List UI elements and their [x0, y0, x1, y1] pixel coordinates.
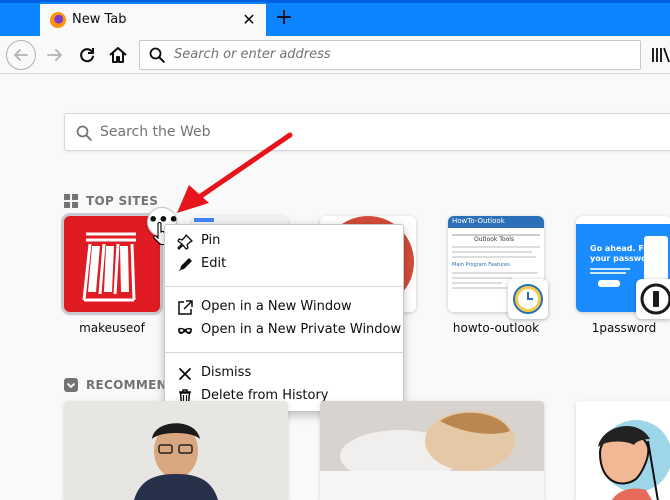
story-image-sleeping	[320, 401, 544, 500]
search-icon	[149, 47, 165, 63]
outlook-thumb-title: HowTo-Outlook	[452, 217, 505, 225]
new-window-icon	[178, 300, 193, 315]
menu-item-label: Open in a New Private Window	[201, 322, 402, 337]
story-image-illustration	[576, 401, 670, 500]
menu-item-label: Pin	[201, 233, 221, 248]
back-button[interactable]	[6, 40, 36, 70]
menu-separator	[165, 352, 403, 353]
annotation-arrow-icon	[177, 132, 293, 213]
address-placeholder: Search or enter address	[174, 47, 331, 62]
1password-favicon-badge	[636, 279, 670, 319]
reload-button[interactable]	[72, 40, 102, 70]
menu-item-pin[interactable]: Pin	[165, 231, 403, 253]
clock-icon	[513, 284, 543, 314]
thumb-line	[590, 268, 630, 270]
collapse-chevron-icon[interactable]	[64, 378, 78, 392]
thumb-line	[452, 246, 540, 248]
outlook-thumb-subtitle: Outlook Tools	[474, 236, 515, 243]
pin-icon	[177, 234, 193, 250]
outlook-thumb-heading: Main Program Features	[452, 262, 510, 268]
story-card-3[interactable]	[576, 401, 670, 500]
address-bar[interactable]: Search or enter address	[139, 40, 641, 70]
new-tab-button[interactable]: +	[272, 4, 296, 32]
private-mask-icon	[178, 327, 192, 334]
menu-item-label: Edit	[201, 256, 227, 271]
thumb-line	[452, 251, 532, 253]
tab-strip: New Tab ✕ +	[0, 0, 670, 36]
top-site-label-1password: 1password	[591, 321, 657, 335]
story-card-1[interactable]	[64, 401, 288, 500]
top-sites-heading: TOP SITES	[86, 194, 159, 208]
menu-item-dismiss[interactable]: Dismiss	[165, 363, 403, 385]
recommended-heading: RECOMMENDED BY POCKET	[86, 378, 164, 392]
library-icon[interactable]	[652, 47, 670, 63]
navigation-toolbar: Search or enter address	[0, 36, 670, 74]
thumb-line	[452, 277, 512, 279]
grid-icon	[64, 194, 78, 208]
menu-item-edit[interactable]: Edit	[165, 254, 403, 276]
search-icon	[76, 125, 92, 141]
1password-thumb-nav	[576, 216, 670, 224]
tab-close-button[interactable]: ✕	[240, 10, 258, 30]
story-card-2[interactable]	[320, 401, 544, 500]
thumb-line	[452, 272, 538, 274]
outlook-favicon-badge	[508, 279, 548, 319]
pencil-icon	[179, 258, 192, 271]
forward-button[interactable]	[40, 40, 70, 70]
1password-logo-icon	[640, 283, 670, 315]
forward-arrow-icon	[47, 49, 62, 61]
1password-thumb-button	[598, 280, 620, 287]
reload-icon	[80, 48, 94, 63]
back-arrow-icon	[14, 49, 28, 61]
tile-context-menu: Pin Edit Open in a New Window Open in a …	[164, 224, 404, 412]
menu-item-open-new-window[interactable]: Open in a New Window	[165, 297, 403, 319]
home-button[interactable]	[103, 40, 133, 70]
thumb-line	[452, 282, 502, 284]
makeuseof-logo-icon	[82, 232, 136, 302]
home-icon	[109, 47, 127, 63]
story-image-person	[64, 401, 288, 500]
thumb-line	[452, 287, 507, 289]
menu-item-label: Dismiss	[201, 365, 252, 380]
thumb-line	[590, 272, 626, 274]
thumb-line	[452, 256, 536, 258]
top-site-tile-makeuseof[interactable]	[64, 216, 160, 312]
top-site-label-howto-outlook: howto-outlook	[452, 321, 540, 335]
close-icon	[179, 368, 191, 380]
menu-item-open-private-window[interactable]: Open in a New Private Window	[165, 320, 403, 342]
menu-separator	[165, 286, 403, 287]
tab-title: New Tab	[72, 12, 127, 27]
web-search-box[interactable]: Search the Web	[64, 113, 670, 151]
firefox-logo-icon	[50, 12, 66, 28]
tab-new-tab[interactable]: New Tab ✕	[40, 2, 266, 36]
menu-item-label: Open in a New Window	[201, 299, 352, 314]
top-site-label-makeuseof: makeuseof	[79, 321, 145, 335]
